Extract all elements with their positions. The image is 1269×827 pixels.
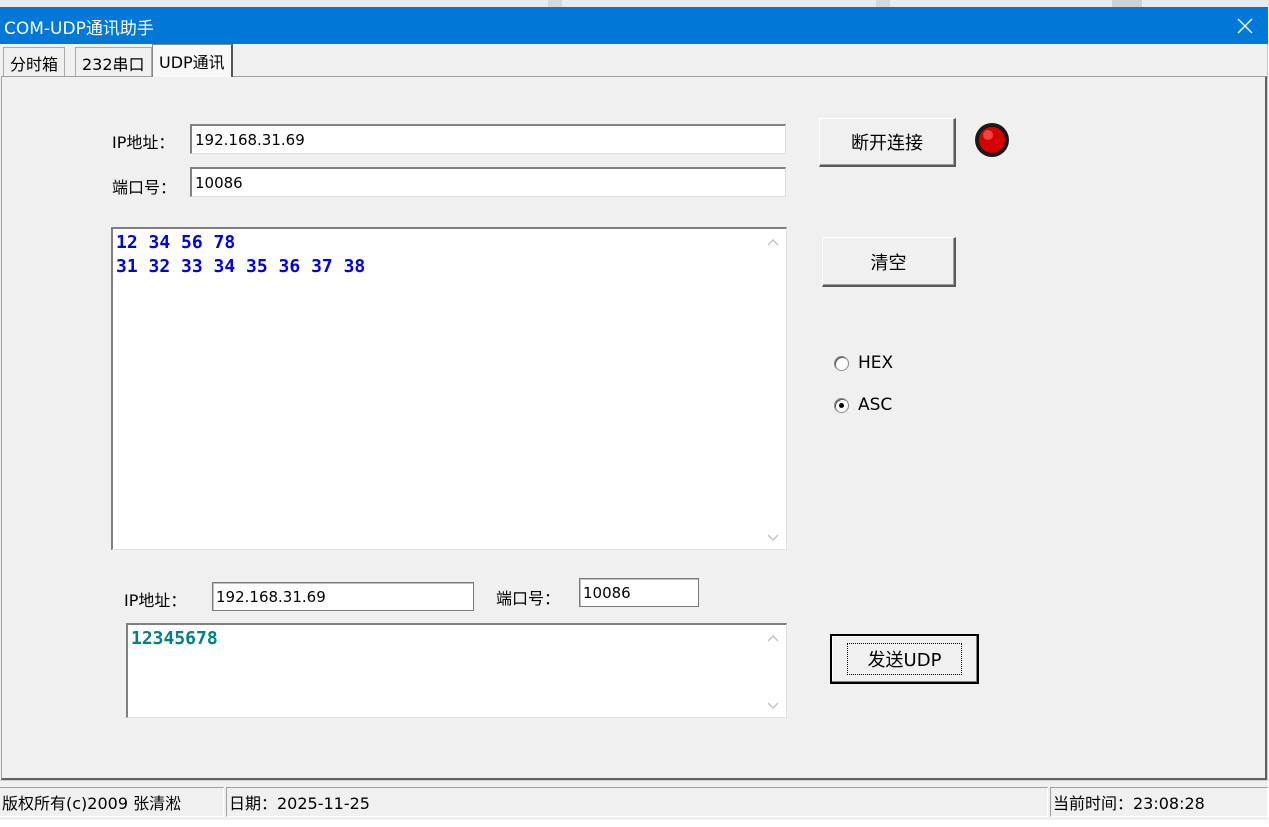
status-bar: 版权所有(c)2009 张清淞 日期：2025-11-25 当前时间：23:08… (0, 780, 1268, 820)
receive-line: 31 32 33 34 35 36 37 38 (116, 256, 366, 277)
send-ip-label: IP地址： (124, 591, 187, 610)
tab-fenshixiang[interactable]: 分时箱 (3, 47, 66, 77)
radio-circle (834, 355, 849, 371)
send-lines: 12345678 (131, 627, 218, 651)
chevron-down-icon (767, 534, 779, 541)
radio-asc-label: ASC (858, 395, 893, 415)
radio-selected-dot (839, 402, 844, 408)
send-ip-input[interactable]: 192.168.31.69 (212, 582, 474, 611)
scroll-up-button[interactable] (766, 235, 780, 249)
chevron-up-icon (767, 635, 779, 642)
send-udp-button[interactable]: 发送UDP (830, 634, 979, 684)
send-port-input[interactable]: 10086 (579, 578, 699, 607)
radio-hex-label: HEX (858, 353, 894, 373)
title-bar: COM-UDP通讯助手 (0, 7, 1268, 44)
close-button[interactable] (1222, 7, 1268, 44)
clear-button[interactable]: 清空 (822, 237, 956, 287)
radio-hex[interactable]: HEX (834, 353, 893, 373)
tab-udp[interactable]: UDP通讯 (152, 44, 233, 77)
status-led-icon (974, 123, 1009, 157)
connection-status-led (969, 119, 1014, 161)
send-scroll-up-button[interactable] (766, 631, 780, 645)
app-window: COM-UDP通讯助手 分时箱 232串口 UDP通讯 IP地址： 192.16… (0, 7, 1268, 820)
desktop-background-strip (0, 0, 1269, 7)
status-time: 当前时间：23:08:28 (1050, 787, 1268, 817)
desktop-background-strip-bottom (0, 820, 1269, 827)
status-copyright: 版权所有(c)2009 张清淞 (0, 787, 224, 817)
receive-line: 12 34 56 78 (116, 232, 236, 253)
tab-232-serial[interactable]: 232串口 (75, 47, 152, 77)
send-textarea[interactable]: 12345678 (126, 623, 787, 718)
receive-lines: 12 34 56 78 31 32 33 34 35 36 37 38 (116, 231, 365, 279)
chevron-down-icon (767, 702, 779, 709)
disconnect-button[interactable]: 断开连接 (819, 118, 956, 167)
send-port-label: 端口号： (496, 589, 561, 608)
ip-input[interactable]: 192.168.31.69 (190, 124, 786, 154)
udp-tab-panel: IP地址： 192.168.31.69 端口号： 10086 断开连接 12 3… (1, 76, 1267, 780)
receive-textarea[interactable]: 12 34 56 78 31 32 33 34 35 36 37 38 (111, 227, 787, 550)
scroll-down-button[interactable] (766, 531, 780, 545)
radio-circle (834, 397, 849, 413)
port-input[interactable]: 10086 (190, 167, 786, 197)
ip-label: IP地址： (112, 133, 175, 152)
send-scroll-down-button[interactable] (766, 699, 780, 713)
chevron-up-icon (767, 239, 779, 246)
send-text: 12345678 (131, 628, 218, 649)
radio-asc[interactable]: ASC (834, 395, 892, 415)
port-label: 端口号： (112, 178, 177, 197)
window-title: COM-UDP通讯助手 (4, 19, 154, 39)
close-icon (1237, 18, 1253, 33)
send-udp-label: 发送UDP (846, 643, 963, 675)
status-date: 日期：2025-11-25 (226, 787, 1048, 817)
